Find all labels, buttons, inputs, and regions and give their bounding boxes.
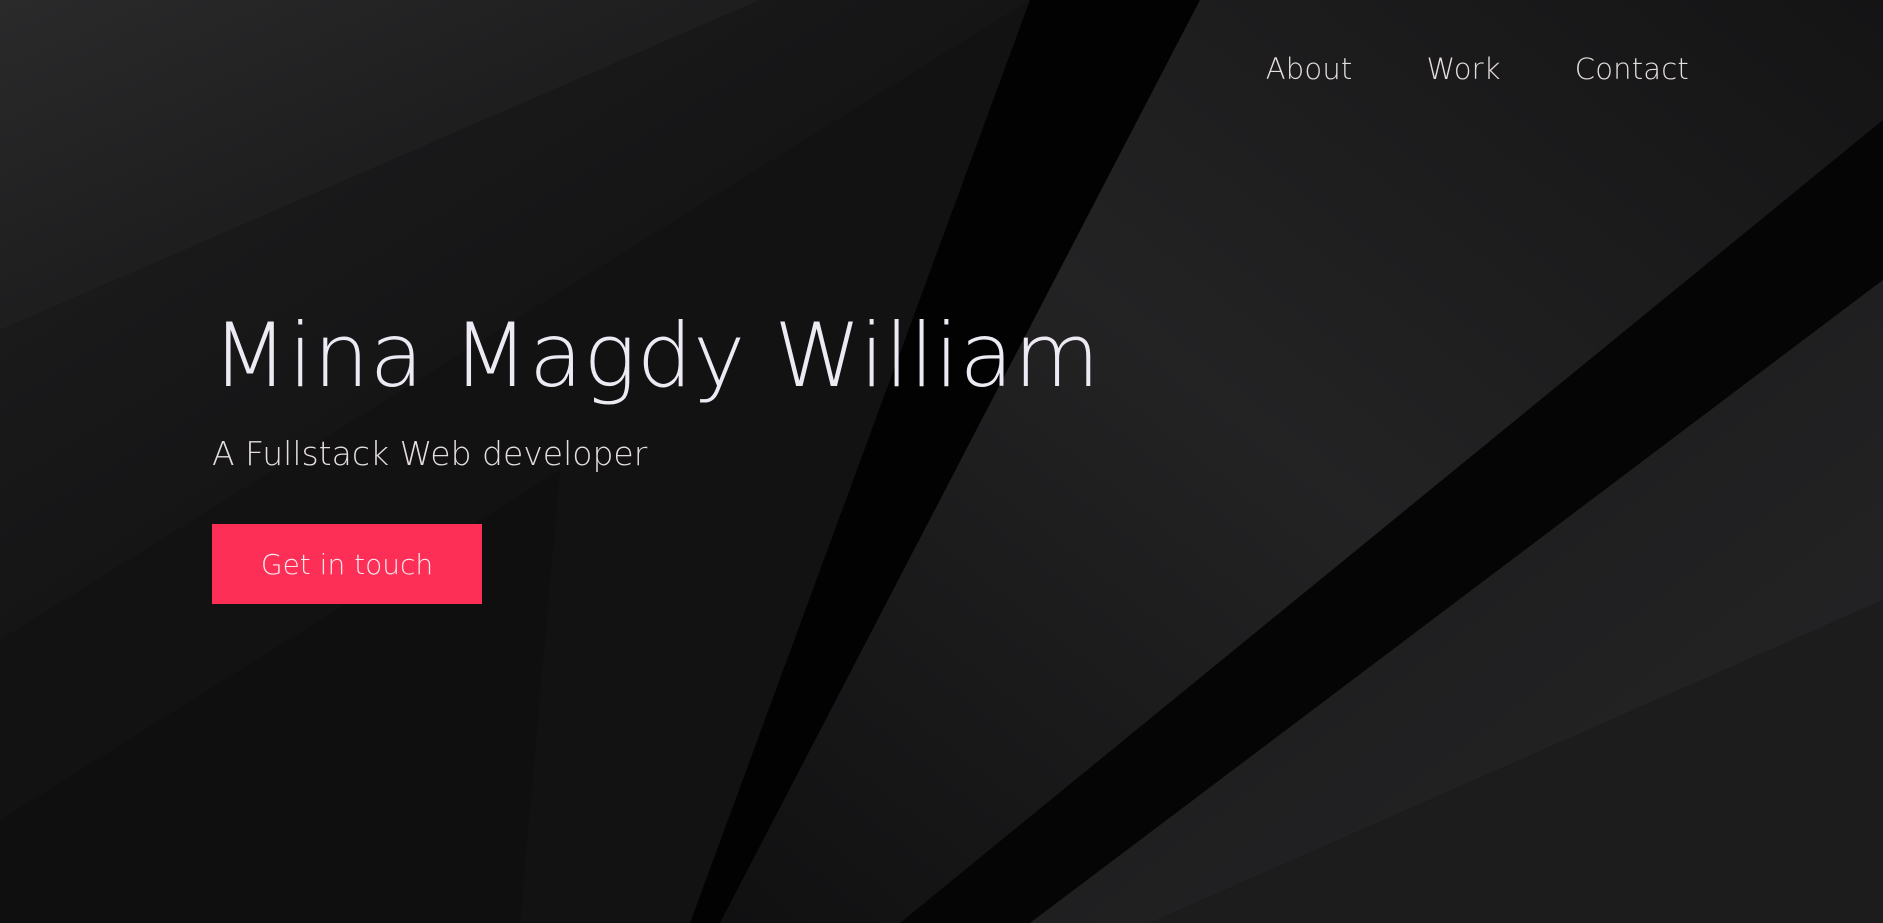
hero-name: Mina Magdy William: [212, 304, 1101, 407]
nav-link-work[interactable]: Work: [1427, 52, 1501, 86]
hero-content: Mina Magdy William A Fullstack Web devel…: [212, 312, 1100, 604]
nav-link-about[interactable]: About: [1266, 52, 1353, 86]
nav-link-contact[interactable]: Contact: [1575, 52, 1689, 86]
hero-subtitle: A Fullstack Web developer: [212, 434, 648, 473]
top-nav: About Work Contact: [1266, 52, 1689, 86]
get-in-touch-button[interactable]: Get in touch: [212, 524, 482, 604]
hero-section: About Work Contact Mina Magdy William A …: [0, 0, 1883, 923]
